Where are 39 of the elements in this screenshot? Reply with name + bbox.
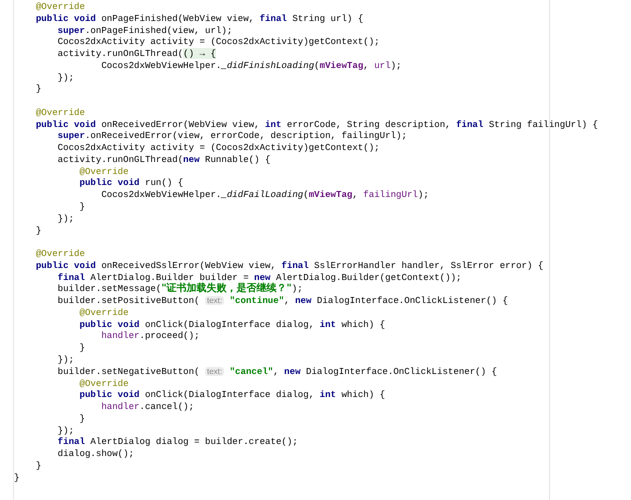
- code-line: @Override: [34, 248, 85, 260]
- code-line: });: [56, 354, 74, 366]
- code-line: public void onReceivedError(WebView view, int errorCode, String description, final String failingUrl) {: [34, 118, 598, 130]
- code-line: });: [56, 72, 74, 84]
- code-line: builder.setNegativeButton( text: "cancel", new DialogInterface.OnClickListener() {: [56, 366, 498, 378]
- code-line: builder.setMessage("证书加载失败，是否继续？");: [56, 283, 303, 296]
- code-line: }: [78, 342, 85, 354]
- code-line: activity.runOnGLThread(() → {: [56, 48, 216, 60]
- code-line: });: [56, 212, 74, 225]
- code-line: Cocos2dxWebViewHelper._didFinishLoading(mViewTag, url);: [100, 60, 402, 72]
- code-line: dialog.show();: [56, 448, 134, 460]
- code-line: public void onPageFinished(WebView view, final String url) {: [34, 12, 364, 25]
- code-line: Cocos2dxActivity activity = (Cocos2dxActivity)getContext();: [56, 36, 380, 48]
- code-line: @Override: [78, 166, 129, 178]
- code-line: }: [78, 412, 85, 425]
- code-line: }: [78, 201, 85, 213]
- code-line: public void onClick(DialogInterface dialog, int which) {: [78, 389, 386, 402]
- code-line: final AlertDialog.Builder builder = new AlertDialog.Builder(getContext());: [56, 272, 462, 283]
- code-line: public void onReceivedSslError(WebView view, final SslErrorHandler handler, SslError error) {: [34, 260, 544, 272]
- code-line: handler.cancel();: [100, 401, 194, 413]
- code-line: }: [34, 224, 42, 236]
- code-line: super.onReceivedError(view, errorCode, description, failingUrl);: [56, 130, 407, 142]
- code-line: activity.runOnGLThread(new Runnable() {: [56, 154, 271, 166]
- code-line: final AlertDialog dialog = builder.create();: [56, 436, 298, 448]
- code-line: @Override: [34, 1, 85, 13]
- code-line: @Override: [78, 378, 129, 390]
- code-line: public void run() {: [78, 177, 184, 190]
- code-line: Cocos2dxWebViewHelper._didFailLoading(mViewTag, failingUrl);: [100, 189, 429, 202]
- code-line: Cocos2dxActivity activity = (Cocos2dxActivity)getContext();: [56, 142, 380, 154]
- code-line: }: [14, 472, 20, 484]
- code-line: builder.setPositiveButton( text: "continue", new DialogInterface.OnClickListener() {: [56, 295, 508, 307]
- code-line: }: [34, 460, 42, 472]
- code-line: @Override: [78, 306, 129, 319]
- code-line: }: [34, 83, 42, 96]
- code-line: public void onClick(DialogInterface dialog, int which) {: [78, 318, 386, 330]
- code-line: @Override: [34, 106, 85, 119]
- code-line: super.onPageFinished(view, url);: [56, 24, 232, 36]
- code-line: handler.proceed();: [100, 330, 200, 342]
- code-line: });: [56, 424, 74, 436]
